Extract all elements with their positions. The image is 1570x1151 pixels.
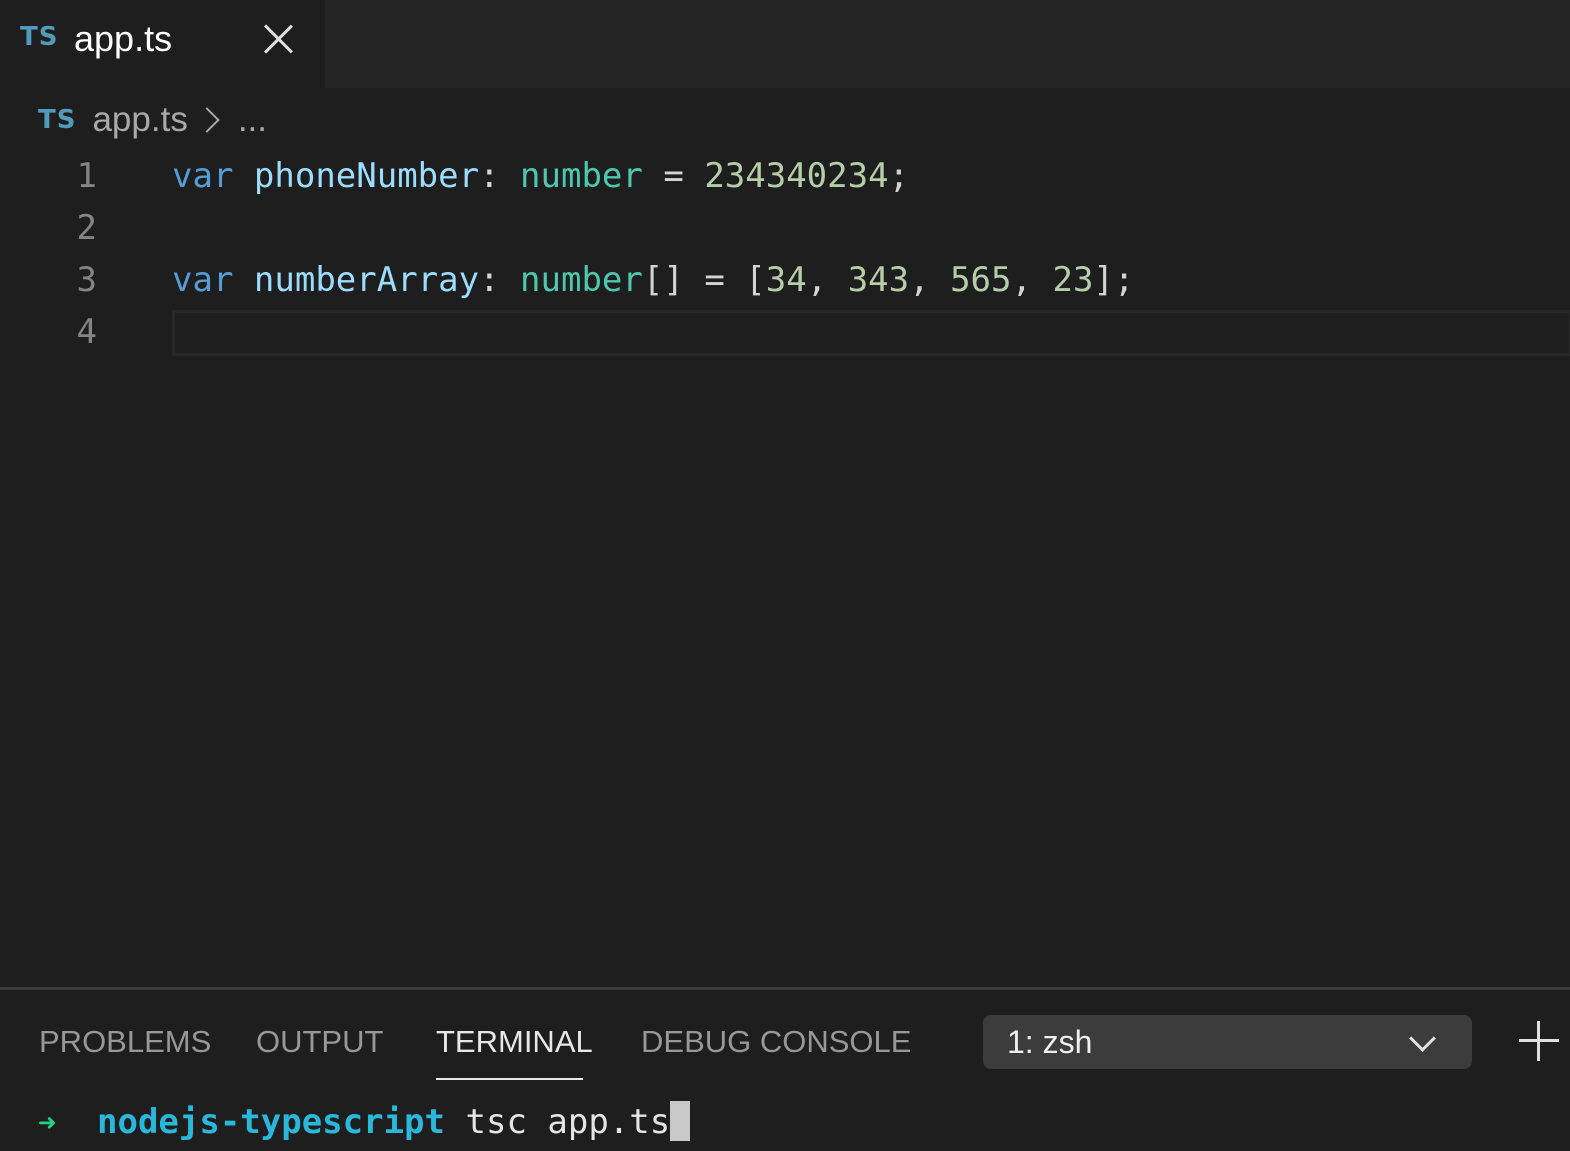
chevron-down-icon — [1409, 1025, 1436, 1052]
identifier: phoneNumber — [253, 156, 480, 196]
terminal-output[interactable]: ➜ nodejs-typescript tsc app.ts — [38, 1098, 691, 1146]
keyword: var — [172, 260, 234, 300]
current-line-highlight — [172, 310, 1570, 356]
breadcrumb: TS app.ts ... — [38, 98, 267, 142]
number-literal: 234340234 — [704, 156, 889, 196]
tab-problems[interactable]: PROBLEMS — [39, 1024, 211, 1060]
terminal-command: tsc app.ts — [465, 1102, 671, 1142]
number-literal: 565 — [950, 260, 1012, 300]
prompt-arrow: ➜ — [38, 1106, 57, 1141]
punctuation: [ — [745, 260, 766, 300]
tab-bar: TS app.ts — [0, 0, 1570, 88]
operator: = — [704, 260, 725, 300]
line-number: 3 — [76, 260, 97, 300]
punctuation: ] — [1093, 260, 1114, 300]
line-number: 1 — [76, 156, 97, 196]
punctuation: : — [479, 260, 500, 300]
breadcrumb-file[interactable]: app.ts — [92, 100, 187, 140]
identifier: numberArray — [253, 260, 480, 300]
punctuation: [] — [642, 260, 684, 300]
typescript-file-icon: TS — [20, 22, 59, 52]
punctuation: , — [806, 260, 828, 300]
bottom-panel: PROBLEMS OUTPUT TERMINAL DEBUG CONSOLE 1… — [0, 987, 1570, 1151]
breadcrumb-more[interactable]: ... — [238, 100, 267, 140]
tab-app-ts[interactable]: TS app.ts — [0, 0, 325, 88]
close-icon[interactable] — [262, 22, 294, 56]
tab-debug-console[interactable]: DEBUG CONSOLE — [641, 1024, 911, 1060]
prompt-directory: nodejs-typescript — [97, 1102, 446, 1142]
punctuation: ; — [1113, 260, 1135, 300]
tab-terminal[interactable]: TERMINAL — [436, 1024, 593, 1060]
line-number: 4 — [76, 312, 97, 352]
code-line[interactable]: 2 — [0, 202, 1570, 254]
punctuation: ; — [888, 156, 910, 196]
keyword: var — [172, 156, 234, 196]
type: number — [520, 156, 643, 196]
line-number: 2 — [76, 208, 97, 248]
punctuation: , — [1011, 260, 1032, 300]
plus-icon[interactable] — [1519, 1021, 1559, 1061]
active-tab-indicator — [436, 1078, 583, 1080]
punctuation: , — [909, 260, 930, 300]
code-text[interactable]: var phoneNumber: number = 234340234; — [172, 150, 909, 202]
tab-label: app.ts — [74, 18, 173, 59]
operator: = — [663, 156, 684, 196]
code-line[interactable]: 3 var numberArray: number[] = [34, 343, … — [0, 254, 1570, 306]
number-literal: 23 — [1052, 260, 1094, 300]
code-text[interactable]: var numberArray: number[] = [34, 343, 56… — [172, 254, 1134, 306]
tab-output[interactable]: OUTPUT — [256, 1024, 383, 1060]
typescript-file-icon: TS — [38, 105, 77, 135]
code-line[interactable]: 1 var phoneNumber: number = 234340234; — [0, 150, 1570, 202]
punctuation: : — [479, 156, 500, 196]
terminal-cursor — [670, 1100, 691, 1141]
terminal-select-value: 1: zsh — [1007, 1024, 1093, 1060]
number-literal: 34 — [765, 260, 807, 300]
type: number — [520, 260, 643, 300]
terminal-select[interactable]: 1: zsh — [983, 1015, 1472, 1069]
number-literal: 343 — [847, 260, 910, 300]
chevron-right-icon — [194, 107, 220, 133]
